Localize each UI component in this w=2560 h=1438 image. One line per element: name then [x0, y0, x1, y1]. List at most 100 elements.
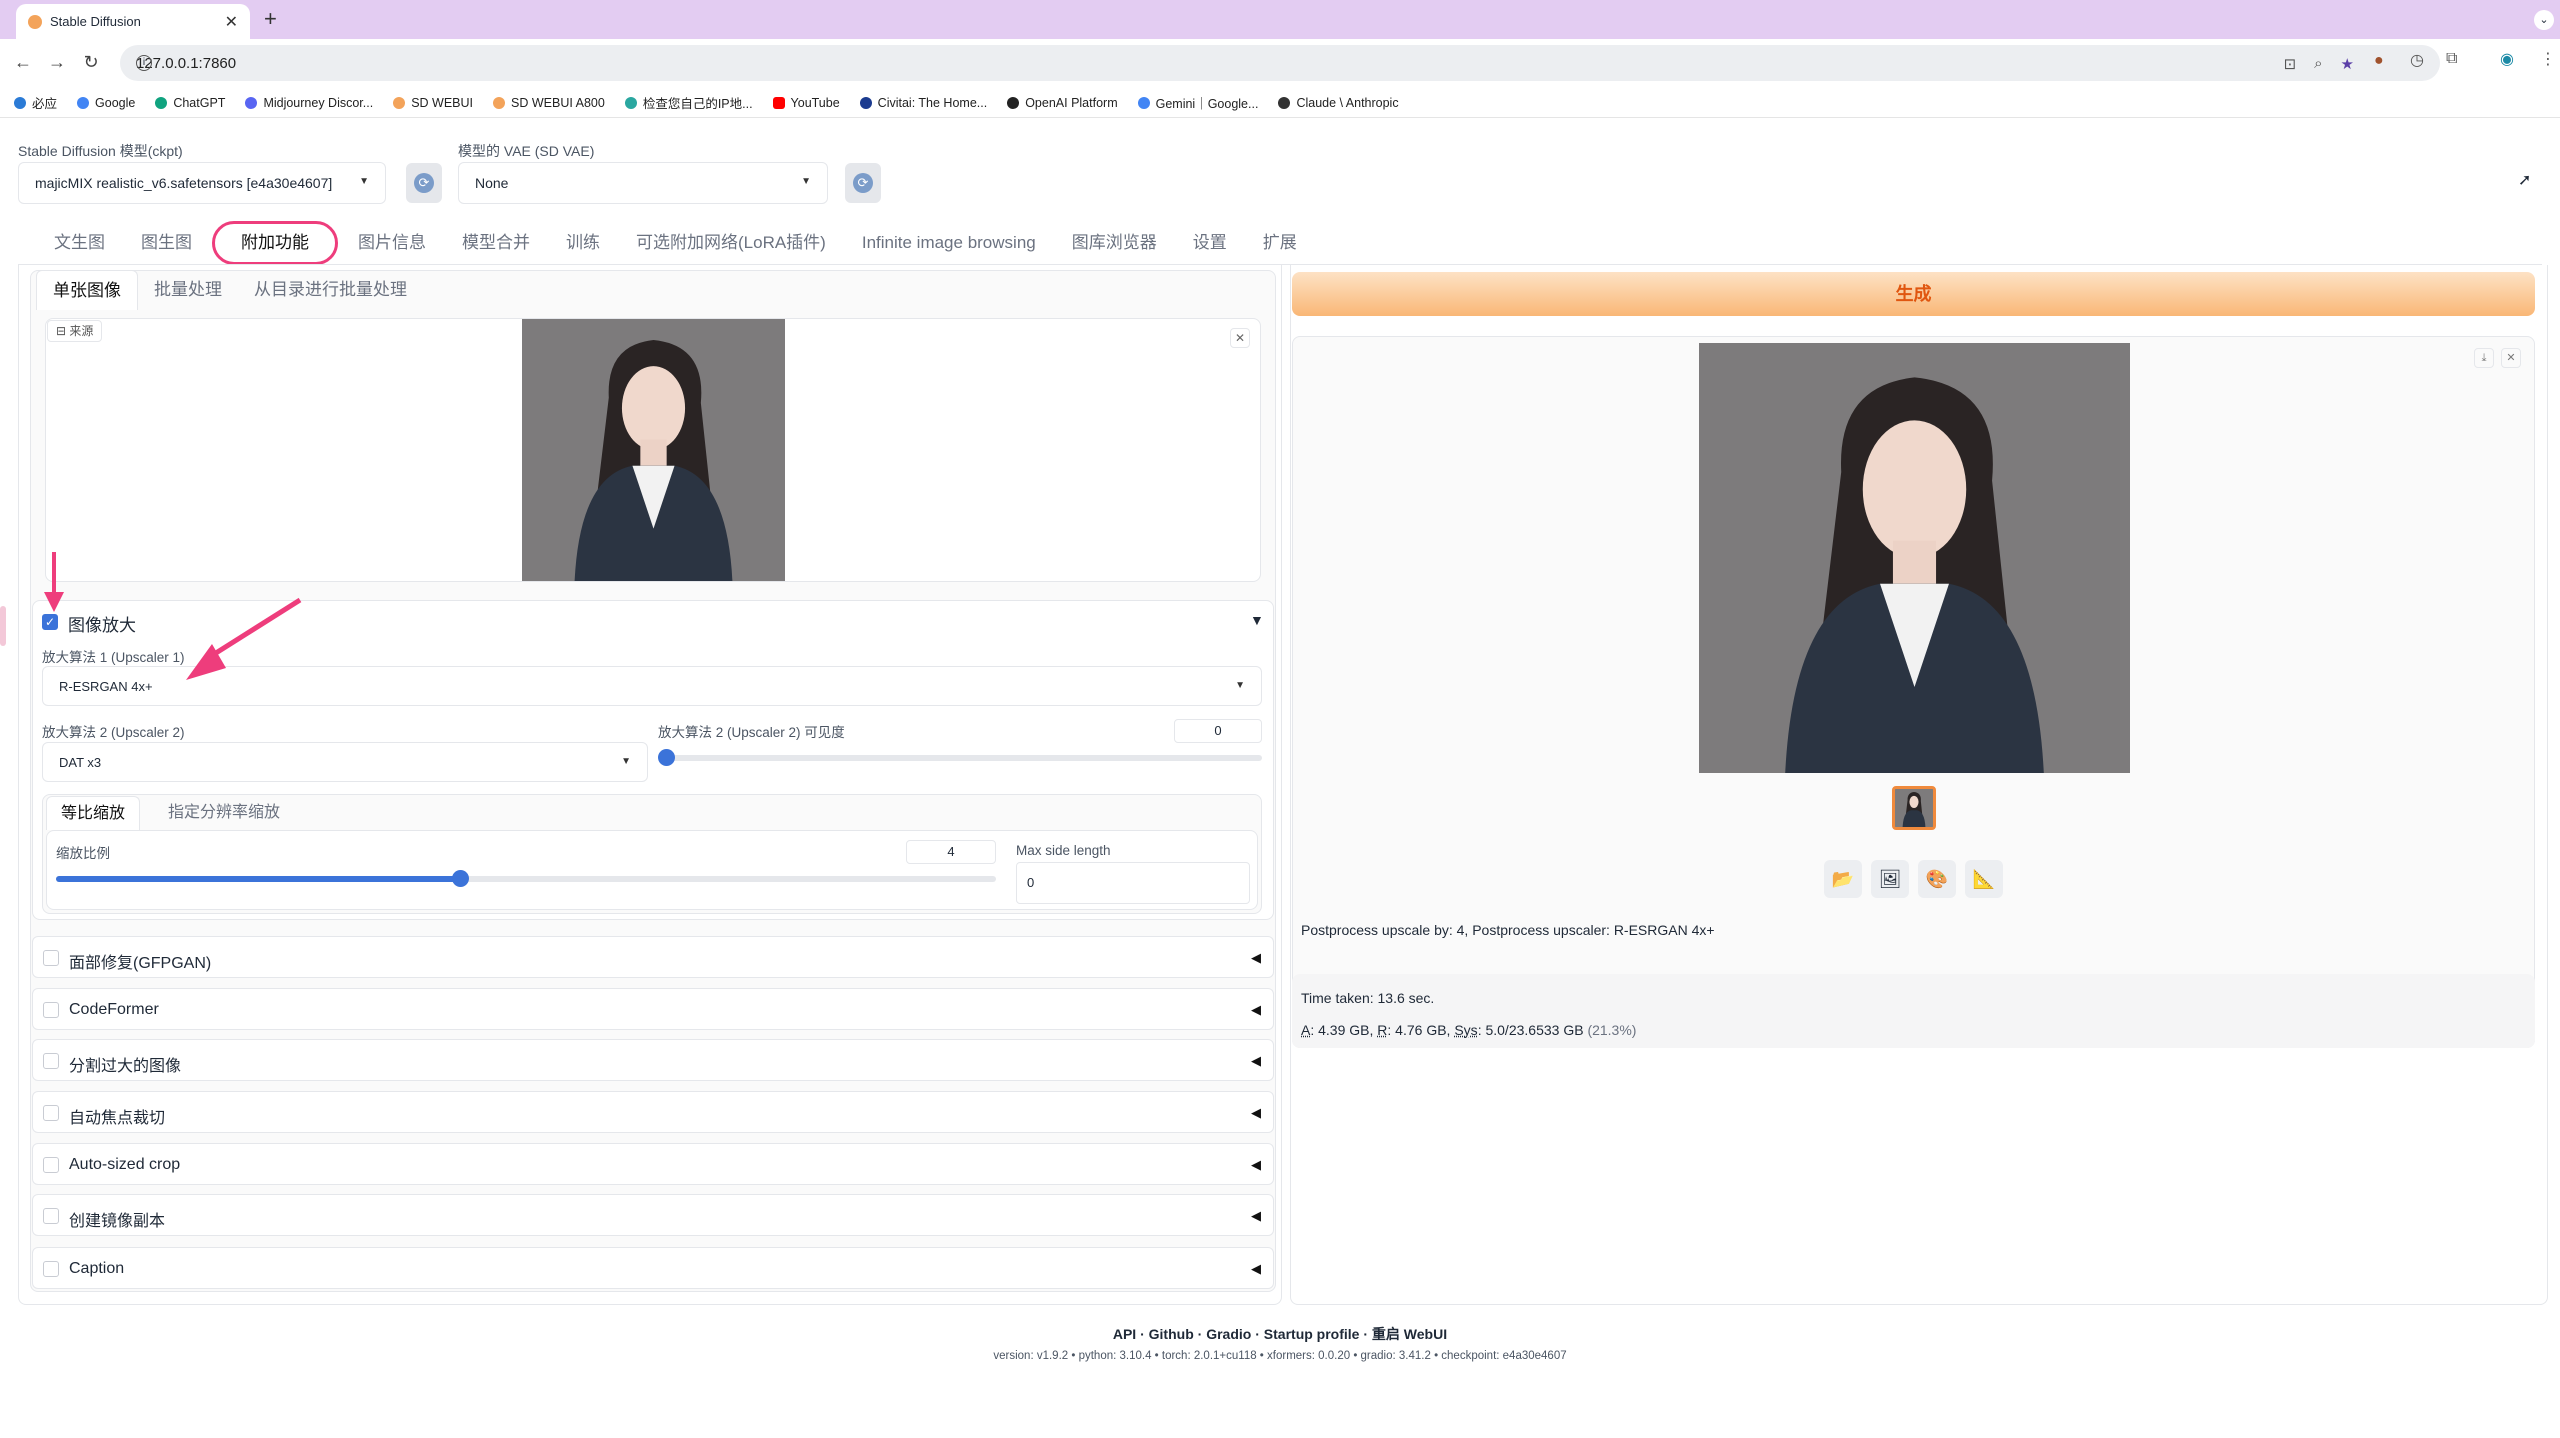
visibility-slider[interactable] — [658, 749, 1262, 766]
tab-checkpoint-merger[interactable]: 模型合并 — [444, 222, 548, 264]
bookmark-item[interactable]: OpenAI Platform — [1007, 96, 1118, 110]
model-select[interactable]: majicMIX realistic_v6.safetensors [e4a30… — [18, 162, 386, 204]
tab-infinite-image-browsing[interactable]: Infinite image browsing — [844, 222, 1054, 264]
expand-triangle-icon[interactable]: ◀ — [1251, 1105, 1261, 1121]
tab-image-browser[interactable]: 图库浏览器 — [1054, 222, 1175, 264]
accordion-codeformer[interactable]: CodeFormer ◀ — [32, 988, 1274, 1030]
bookmark-item[interactable]: Midjourney Discor... — [245, 96, 373, 110]
auto-focal-crop-checkbox[interactable] — [43, 1105, 59, 1121]
bookmark-item[interactable]: ChatGPT — [155, 96, 225, 110]
refresh-model-button[interactable]: ⟳ — [406, 163, 442, 203]
max-side-length-input[interactable]: 0 — [1016, 862, 1250, 904]
output-thumbnail[interactable] — [1892, 786, 1936, 830]
translate-icon[interactable]: ⊡ — [2284, 55, 2297, 73]
zoom-icon[interactable]: ⌕ — [2314, 55, 2322, 73]
image-icon[interactable]: 🖼 — [1871, 860, 1909, 898]
gfpgan-checkbox[interactable] — [43, 950, 59, 966]
upscaler2-select[interactable]: DAT x3 ▼ — [42, 742, 648, 782]
palette-icon[interactable]: 🎨 — [1918, 860, 1956, 898]
refresh-vae-button[interactable]: ⟳ — [845, 163, 881, 203]
site-info-icon[interactable]: i — [136, 55, 152, 71]
bookmark-item[interactable]: YouTube — [772, 96, 840, 110]
footer-link-api[interactable]: API — [1113, 1326, 1136, 1342]
bookmark-item[interactable]: 检查您自己的IP地... — [624, 93, 753, 112]
url-input[interactable]: i 127.0.0.1:7860 — [120, 45, 2440, 81]
back-icon[interactable]: ← — [6, 52, 40, 73]
history-icon[interactable]: ◷ — [2410, 50, 2424, 70]
profile-avatar-icon[interactable]: ◉ — [2500, 49, 2514, 69]
visibility-number-input[interactable]: 0 — [1174, 719, 1262, 743]
output-image[interactable] — [1699, 343, 2130, 773]
mirror-copy-checkbox[interactable] — [43, 1208, 59, 1224]
tab-scale-by[interactable]: 等比缩放 — [46, 796, 141, 830]
scale-ratio-number-input[interactable]: 4 — [906, 840, 996, 864]
upscaler1-select[interactable]: R-ESRGAN 4x+ ▼ — [42, 666, 1262, 706]
expand-triangle-icon[interactable]: ◀ — [1251, 1157, 1261, 1173]
footer-link-startup-profile[interactable]: Startup profile — [1264, 1326, 1360, 1342]
expand-triangle-icon[interactable]: ◀ — [1251, 950, 1261, 966]
footer-link-reload-webui[interactable]: 重启 WebUI — [1372, 1326, 1447, 1342]
footer-link-github[interactable]: Github — [1149, 1326, 1194, 1342]
model-select-value: majicMIX realistic_v6.safetensors [e4a30… — [35, 175, 333, 191]
accordion-auto-sized-crop[interactable]: Auto-sized crop ◀ — [32, 1143, 1274, 1185]
tab-img2img[interactable]: 图生图 — [123, 222, 210, 264]
tab-txt2img[interactable]: 文生图 — [36, 222, 123, 264]
bookmark-item[interactable]: Google — [77, 96, 135, 110]
clear-source-icon[interactable]: ✕ — [1230, 328, 1250, 348]
split-oversized-checkbox[interactable] — [43, 1053, 59, 1069]
accordion-gfpgan[interactable]: 面部修复(GFPGAN) ◀ — [32, 936, 1274, 978]
bookmark-item[interactable]: 必应 — [14, 93, 57, 112]
tab-extras[interactable]: 附加功能 — [212, 221, 338, 265]
chevron-down-icon: ▼ — [1235, 680, 1245, 691]
vae-select[interactable]: None ▼ — [458, 162, 828, 204]
codeformer-checkbox[interactable] — [43, 1002, 59, 1018]
close-icon[interactable]: ✕ — [2501, 348, 2521, 368]
close-tab-icon[interactable]: ✕ — [225, 12, 238, 32]
tab-settings[interactable]: 设置 — [1175, 222, 1245, 264]
tab-png-info[interactable]: 图片信息 — [340, 222, 444, 264]
caption-checkbox[interactable] — [43, 1261, 59, 1277]
tab-train[interactable]: 训练 — [548, 222, 618, 264]
collapse-triangle-icon[interactable]: ▼ — [1250, 612, 1264, 628]
accordion-auto-focal-crop[interactable]: 自动焦点裁切 ◀ — [32, 1091, 1274, 1133]
forward-icon[interactable]: → — [40, 52, 74, 73]
extension-icon[interactable]: ● — [2374, 52, 2384, 70]
expand-triangle-icon[interactable]: ◀ — [1251, 1261, 1261, 1277]
tab-single-image[interactable]: 单张图像 — [36, 270, 138, 310]
postprocess-info: Postprocess upscale by: 4, Postprocess u… — [1301, 922, 1715, 938]
generate-button[interactable]: 生成 — [1292, 272, 2535, 316]
bookmark-item[interactable]: Claude \ Anthropic — [1278, 96, 1399, 110]
new-tab-icon[interactable]: + — [264, 8, 277, 30]
visibility-slider-handle[interactable] — [658, 749, 675, 766]
browser-menu-icon[interactable]: ⋮ — [2540, 49, 2556, 69]
bookmark-item[interactable]: Gemini｜Google... — [1137, 93, 1258, 112]
tab-scale-to[interactable]: 指定分辨率缩放 — [168, 796, 280, 830]
expand-triangle-icon[interactable]: ◀ — [1251, 1002, 1261, 1018]
footer-link-gradio[interactable]: Gradio — [1206, 1326, 1251, 1342]
upscale-enable-checkbox[interactable]: ✓ — [42, 614, 58, 630]
accordion-split-oversized[interactable]: 分割过大的图像 ◀ — [32, 1039, 1274, 1081]
bookmark-star-icon[interactable]: ★ — [2341, 55, 2354, 73]
ruler-icon[interactable]: 📐 — [1965, 860, 2003, 898]
folder-icon[interactable]: 📂 — [1824, 860, 1862, 898]
expand-triangle-icon[interactable]: ◀ — [1251, 1208, 1261, 1224]
tab-search-icon[interactable]: ⌄ — [2534, 10, 2554, 30]
extensions-puzzle-icon[interactable]: ⧉ — [2446, 50, 2457, 68]
accordion-caption[interactable]: Caption ◀ — [32, 1247, 1274, 1289]
footer-version-info: version: v1.9.2 • python: 3.10.4 • torch… — [993, 1350, 1567, 1362]
sidebar-handle[interactable] — [0, 606, 6, 646]
scale-ratio-slider[interactable] — [56, 870, 996, 887]
reload-icon[interactable]: ↻ — [74, 52, 108, 73]
bookmark-item[interactable]: SD WEBUI — [393, 96, 473, 110]
auto-sized-crop-checkbox[interactable] — [43, 1157, 59, 1173]
tab-additional-networks[interactable]: 可选附加网络(LoRA插件) — [618, 222, 844, 264]
accordion-mirror-copy[interactable]: 创建镜像副本 ◀ — [32, 1194, 1274, 1236]
bookmark-item[interactable]: SD WEBUI A800 — [493, 96, 605, 110]
download-icon[interactable]: ⤓ — [2474, 348, 2494, 368]
bookmark-item[interactable]: Civitai: The Home... — [859, 96, 987, 110]
browser-tab[interactable]: Stable Diffusion ✕ — [16, 4, 250, 39]
tab-batch-from-directory[interactable]: 从目录进行批量处理 — [238, 270, 423, 310]
tab-extensions[interactable]: 扩展 — [1245, 222, 1315, 264]
tab-batch-process[interactable]: 批量处理 — [138, 270, 238, 310]
expand-triangle-icon[interactable]: ◀ — [1251, 1053, 1261, 1069]
